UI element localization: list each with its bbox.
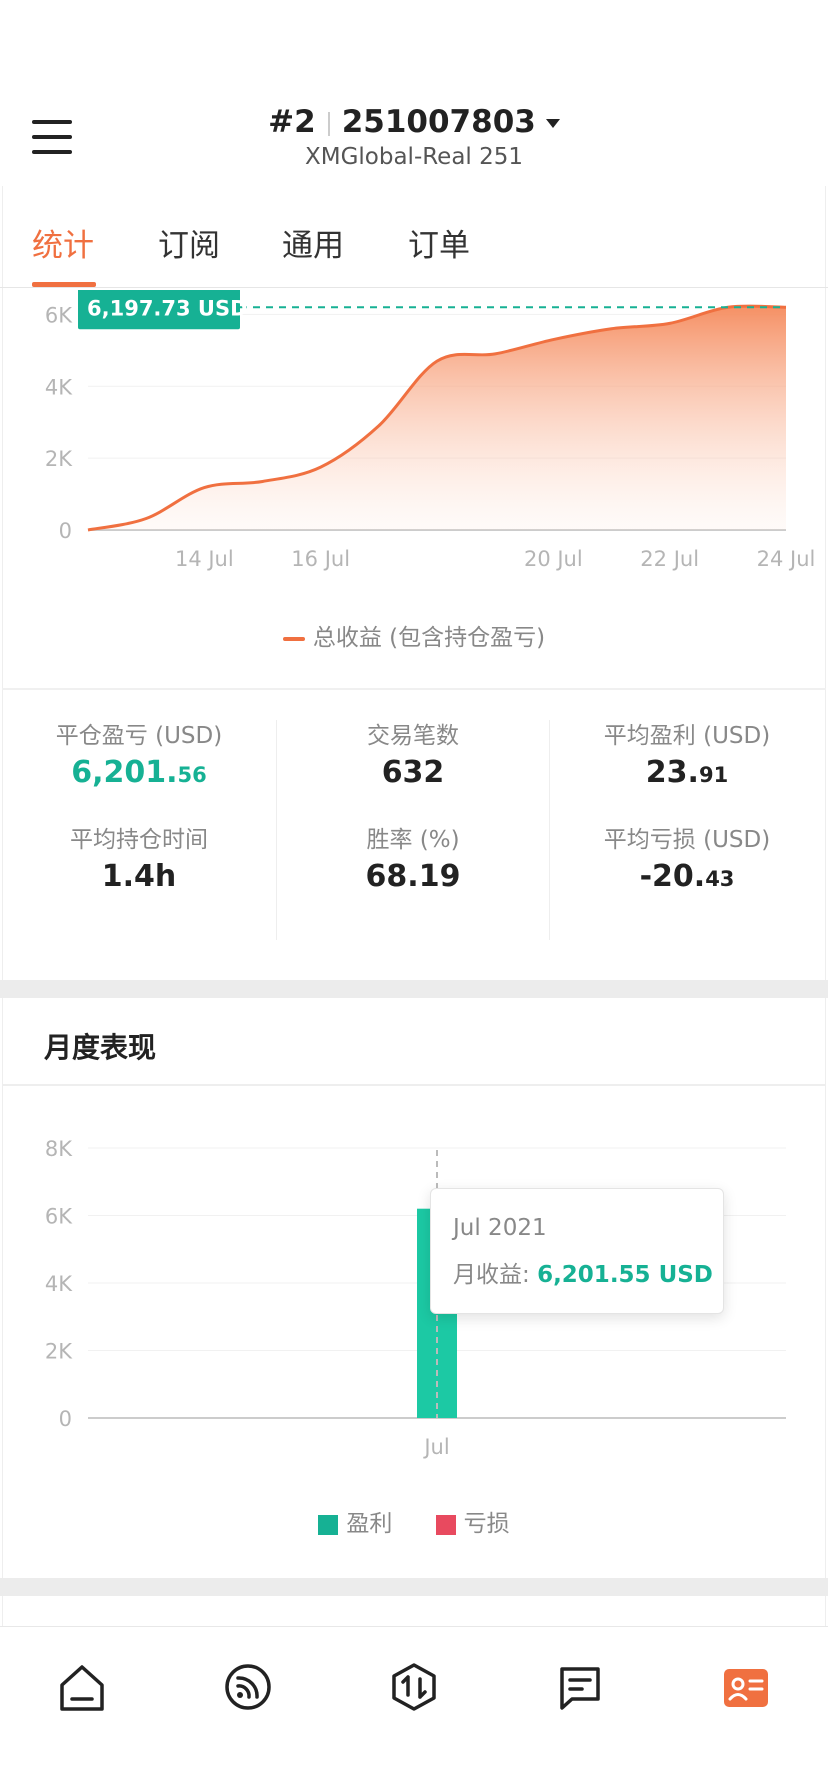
stats-grid: 平仓盈亏 (USD) 6,201.56 平均持仓时间 1.4h 交易笔数 632…: [0, 720, 828, 940]
closed-pnl-label: 平仓盈亏 (USD): [55, 723, 223, 749]
trades-value: 632: [381, 755, 445, 790]
equity-legend: 总收益 (包含持仓盈亏): [0, 618, 828, 652]
profile-card-icon: [724, 1669, 768, 1707]
monthly-legend: 盈利 亏损: [0, 1504, 828, 1538]
account-number-prefix: #2: [268, 104, 316, 140]
server-name: XMGlobal-Real 251: [304, 144, 524, 170]
avg-profit-int: 23.: [645, 755, 699, 790]
avg-profit-label: 平均盈利 (USD): [603, 723, 771, 749]
tooltip-label: 月收益:: [453, 1262, 538, 1288]
tooltip-row: 月收益: 6,201.55 USD: [453, 1255, 713, 1289]
tab-subscriptions[interactable]: 订阅: [158, 220, 220, 265]
legend-profit-label: 盈利: [346, 1511, 393, 1537]
closed-pnl-value: 6,201.56: [2, 752, 276, 794]
stats-column-2: 交易笔数 632 胜率 (%) 68.19: [276, 720, 550, 940]
tab-bar: 统计 订阅 通用 订单: [0, 186, 828, 288]
avg-loss-dec: 43: [705, 867, 735, 891]
avg-hold-label: 平均持仓时间: [70, 827, 208, 853]
legend-loss[interactable]: 亏损: [435, 1504, 510, 1538]
closed-pnl-dec: 56: [177, 763, 207, 787]
y-tick-label: 4K: [45, 1272, 73, 1296]
x-tick-label: 14 Jul: [175, 547, 234, 571]
y-tick-label: 2K: [45, 1340, 73, 1364]
stats-column-3: 平均盈利 (USD) 23.91 平均亏损 (USD) -20.43: [550, 720, 824, 940]
y-tick-label: 0: [59, 519, 72, 543]
trade-arrows-icon: [392, 1663, 436, 1711]
divider: [2, 1084, 826, 1086]
y-tick-label: 8K: [45, 1137, 73, 1161]
nav-messages[interactable]: [550, 1657, 610, 1717]
divider: [2, 688, 826, 690]
trades-label: 交易笔数: [367, 723, 459, 749]
nav-feed[interactable]: [218, 1657, 278, 1717]
y-tick-label: 6K: [45, 303, 73, 327]
legend-line-marker: [282, 636, 305, 641]
legend-total-profit: 总收益 (包含持仓盈亏): [312, 625, 546, 651]
account-header: #2 251007803 XMGlobal-Real 251: [0, 96, 828, 186]
message-icon: [560, 1667, 600, 1710]
section-separator: [0, 1578, 828, 1596]
tooltip-date: Jul 2021: [453, 1215, 547, 1241]
tab-general[interactable]: 通用: [282, 220, 344, 265]
avg-loss-value: -20.43: [550, 856, 824, 898]
avg-profit-dec: 91: [698, 763, 729, 787]
avg-loss-int: -20.: [639, 859, 706, 894]
avg-profit-value: 23.91: [550, 752, 824, 794]
nav-profile[interactable]: [716, 1657, 776, 1717]
y-tick-label: 6K: [45, 1205, 73, 1229]
legend-profit-swatch: [318, 1514, 339, 1535]
y-tick-label: 4K: [45, 375, 73, 399]
bottom-navigation: [0, 1626, 828, 1792]
avg-loss-label: 平均亏损 (USD): [603, 827, 771, 853]
section-separator: [0, 980, 828, 998]
win-rate-label: 胜率 (%): [366, 827, 460, 853]
nav-home[interactable]: [52, 1657, 112, 1717]
y-tick-label: 2K: [45, 447, 73, 471]
y-tick-label: 0: [59, 1407, 72, 1431]
legend-profit[interactable]: 盈利: [318, 1504, 392, 1538]
tab-statistics[interactable]: 统计: [32, 220, 94, 265]
x-tick-label: 22 Jul: [640, 547, 699, 571]
tab-orders[interactable]: 订单: [408, 220, 470, 265]
nav-trade[interactable]: [384, 1657, 444, 1717]
legend-loss-swatch: [435, 1514, 456, 1535]
closed-pnl-int: 6,201.: [71, 755, 178, 790]
win-rate-value: 68.19: [365, 859, 461, 894]
account-selector[interactable]: #2 251007803: [0, 104, 828, 140]
home-icon: [60, 1665, 104, 1711]
separator: [327, 111, 330, 136]
equity-area: [88, 306, 786, 530]
account-id: 251007803: [341, 104, 536, 140]
legend-loss-label: 亏损: [463, 1511, 510, 1537]
rss-feed-icon: [225, 1664, 271, 1710]
stats-column-1: 平仓盈亏 (USD) 6,201.56 平均持仓时间 1.4h: [2, 720, 276, 940]
monthly-tooltip: Jul 2021 月收益: 6,201.55 USD: [430, 1188, 724, 1314]
x-tick-label: 16 Jul: [291, 547, 350, 571]
x-tick-label: 24 Jul: [757, 547, 816, 571]
equity-chart: 0 2K 4K 6K 14 Jul 16 Jul 20 Jul 22 Jul 24 Jul 6,…: [45, 290, 816, 571]
x-tick-label: 20 Jul: [524, 547, 583, 571]
avg-hold-value: 1.4h: [101, 859, 177, 894]
monthly-section-title: 月度表现: [44, 1031, 157, 1064]
tooltip-value: 6,201.55 USD: [537, 1262, 713, 1288]
active-tab-indicator: [32, 282, 96, 287]
current-value-badge-text: 6,197.73 USD: [87, 296, 248, 320]
caret-down-icon: [545, 119, 560, 128]
x-tick-label: Jul: [422, 1435, 449, 1459]
